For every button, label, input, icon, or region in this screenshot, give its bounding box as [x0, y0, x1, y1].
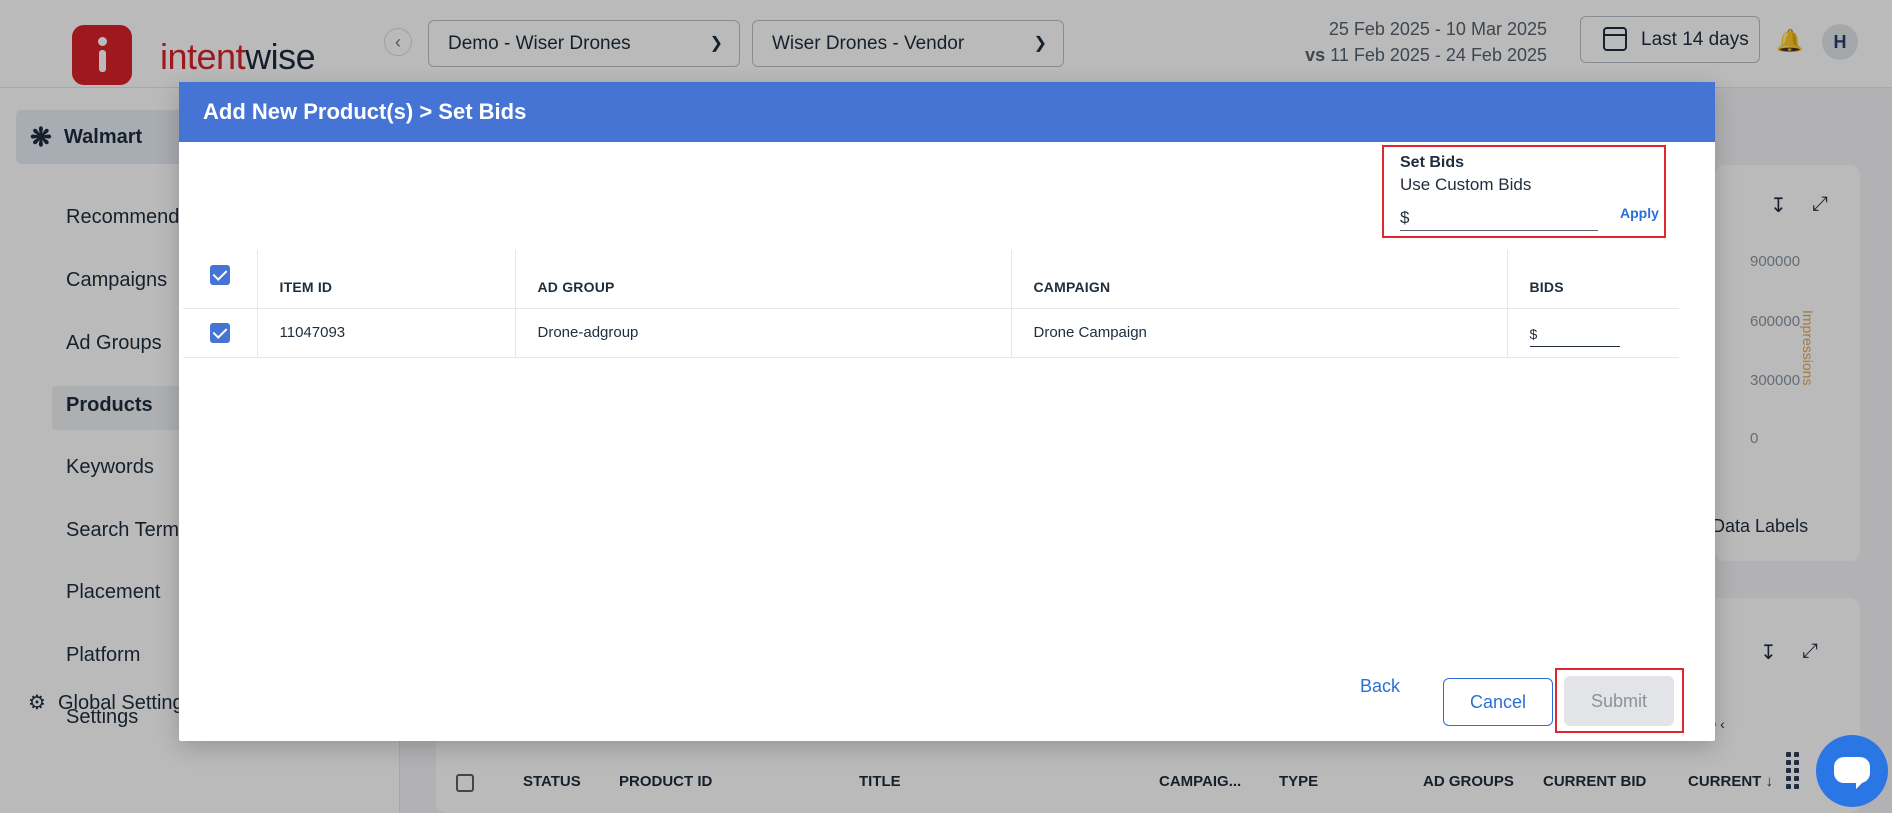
select-all-checkbox[interactable] — [209, 265, 230, 286]
set-bids-subtitle: Use Custom Bids — [1400, 175, 1532, 194]
custom-bid-input[interactable] — [1418, 207, 1594, 229]
drag-handle-icon[interactable] — [1786, 752, 1804, 792]
column-header-ad-group: AD GROUP — [514, 250, 1011, 309]
ad-group-cell: Drone-adgroup — [514, 308, 1011, 358]
column-header-item-id: ITEM ID — [256, 250, 515, 309]
chat-icon[interactable] — [1816, 735, 1888, 807]
row-checkbox[interactable] — [209, 322, 230, 343]
column-header-campaign: CAMPAIGN — [1010, 250, 1507, 309]
modal-title: Add New Product(s) > Set Bids — [179, 82, 1715, 142]
select-all-cell — [183, 250, 257, 309]
back-button[interactable]: Back — [1360, 676, 1400, 697]
column-header-bids: BIDS — [1506, 250, 1679, 309]
apply-button[interactable]: Apply — [1620, 205, 1659, 221]
table-row: 11047093 Drone-adgroup Drone Campaign $ — [183, 308, 1679, 358]
set-bids-panel: Set Bids Use Custom Bids $ Apply — [1382, 145, 1666, 238]
table-header-row: ITEM ID AD GROUP CAMPAIGN BIDS — [183, 250, 1679, 309]
row-bid-input[interactable] — [1539, 324, 1616, 345]
custom-bid-field: $ — [1400, 205, 1598, 231]
bid-field — [1529, 324, 1620, 347]
set-bids-title: Set Bids — [1400, 154, 1465, 171]
row-select-cell — [183, 308, 257, 358]
set-bids-modal: Add New Product(s) > Set Bids Set Bids U… — [179, 82, 1715, 741]
currency-symbol: $ — [1400, 208, 1410, 227]
cancel-button[interactable]: Cancel — [1443, 678, 1553, 726]
bids-table: ITEM ID AD GROUP CAMPAIGN BIDS 11047093 … — [183, 250, 1679, 358]
bid-cell: $ — [1506, 308, 1679, 358]
submit-button[interactable]: Submit — [1564, 676, 1674, 726]
campaign-cell: Drone Campaign — [1010, 308, 1507, 358]
item-id-cell: 11047093 — [256, 308, 515, 358]
